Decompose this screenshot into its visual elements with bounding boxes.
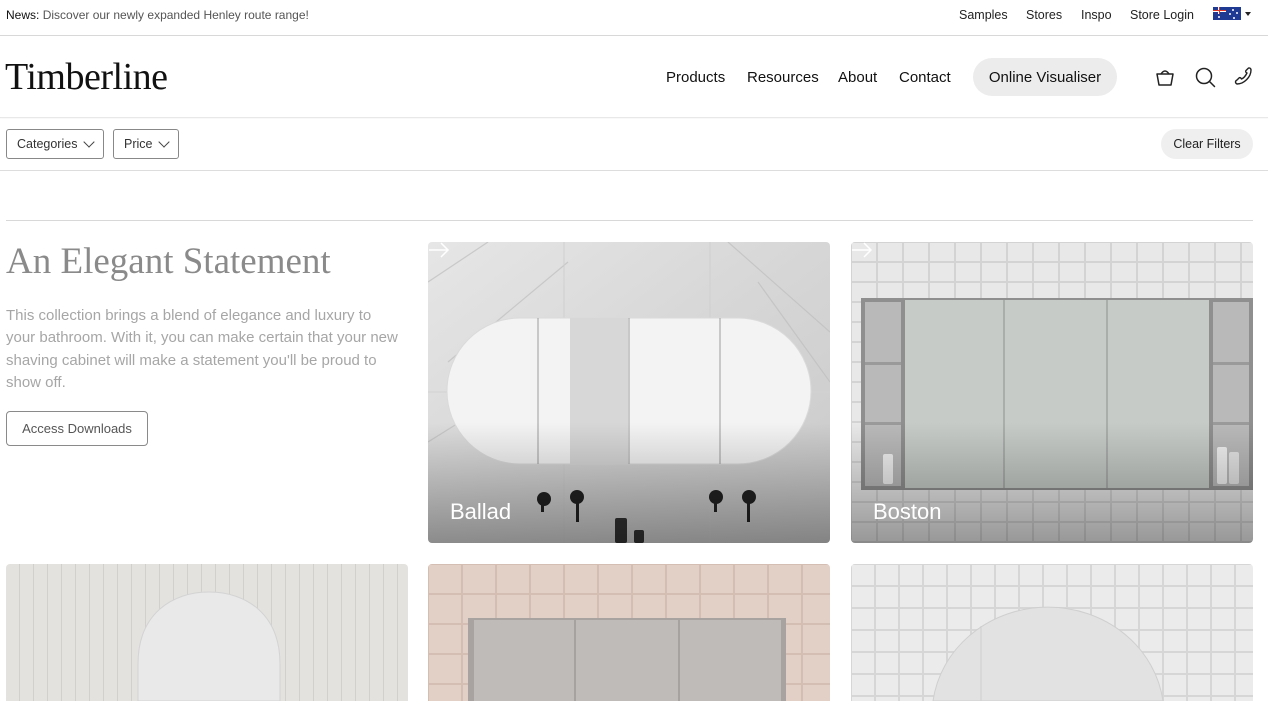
product-name: Boston: [873, 499, 942, 524]
news-text[interactable]: Discover our newly expanded Henley route…: [43, 8, 309, 22]
product-card[interactable]: [428, 564, 830, 701]
collection-description: This collection brings a blend of elegan…: [6, 307, 398, 391]
price-filter-label: Price: [124, 137, 153, 151]
nav-resources[interactable]: Resources: [747, 69, 819, 86]
categories-filter-dropdown[interactable]: Categories: [6, 129, 105, 159]
announcement-bar: News: Discover our newly expanded Henley…: [0, 0, 1268, 36]
product-image: [428, 242, 830, 543]
site-header: Timberline Products Resources About Cont…: [0, 36, 1268, 118]
arrow-right-icon[interactable]: [428, 242, 450, 258]
access-downloads-button[interactable]: Access Downloads: [6, 411, 148, 446]
news-banner[interactable]: News: Discover our newly expanded Henley…: [6, 8, 309, 22]
product-card[interactable]: [851, 564, 1253, 701]
online-visualiser-button[interactable]: Online Visualiser: [973, 58, 1117, 96]
chevron-down-icon: [83, 136, 96, 148]
price-filter-dropdown[interactable]: Price: [113, 129, 180, 159]
nav-about[interactable]: About: [838, 69, 877, 86]
collection-title: An Elegant Statement: [6, 241, 331, 282]
product-image: [851, 564, 1253, 701]
clear-filters-button[interactable]: Clear Filters: [1161, 129, 1253, 159]
locale-dropdown-caret-icon[interactable]: [1245, 12, 1251, 16]
product-image: [6, 564, 408, 701]
utility-link-stores[interactable]: Stores: [1026, 8, 1062, 22]
site-logo[interactable]: Timberline: [5, 55, 168, 99]
product-name: Ballad: [450, 499, 512, 524]
product-card-boston[interactable]: Boston: [851, 242, 1253, 543]
utility-link-inspo[interactable]: Inspo: [1081, 8, 1112, 22]
search-icon[interactable]: [1194, 66, 1216, 88]
arrow-right-icon[interactable]: [851, 242, 873, 258]
product-image: [428, 564, 830, 701]
categories-filter-label: Categories: [17, 137, 78, 151]
basket-icon[interactable]: [1154, 66, 1176, 88]
product-card-ballad[interactable]: Ballad: [428, 242, 830, 543]
section-divider: [6, 220, 1253, 221]
chevron-down-icon: [158, 136, 171, 148]
utility-link-samples[interactable]: Samples: [959, 8, 1008, 22]
nav-products[interactable]: Products: [666, 69, 725, 86]
news-label: News:: [6, 8, 40, 22]
filter-bar: Categories Price Clear Filters: [0, 119, 1268, 171]
nav-contact[interactable]: Contact: [899, 69, 951, 86]
product-card[interactable]: [6, 564, 408, 701]
phone-icon[interactable]: [1232, 66, 1254, 88]
australia-flag-icon[interactable]: [1213, 7, 1241, 20]
utility-link-store-login[interactable]: Store Login: [1130, 8, 1194, 22]
product-image: [851, 242, 1253, 543]
